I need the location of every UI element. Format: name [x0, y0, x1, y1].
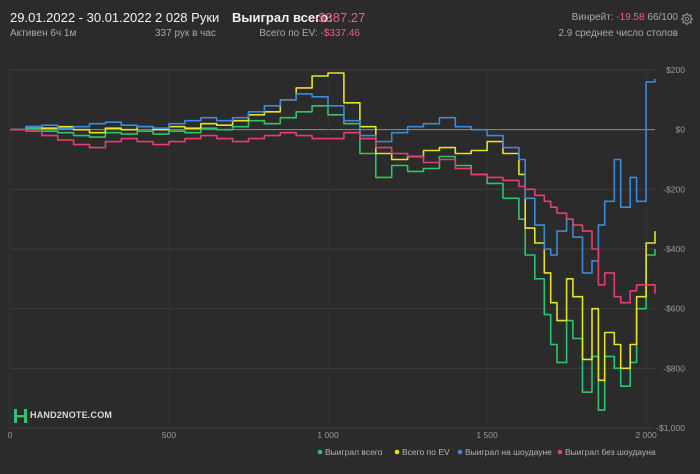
date-range: 29.01.2022 - 30.01.2022 [10, 10, 152, 25]
avg-tables: 2.9 среднее число столов [558, 28, 678, 39]
gear-icon[interactable] [680, 12, 694, 26]
winrate-suffix: 66/100 [647, 12, 678, 23]
legend-marker [317, 449, 323, 455]
header: 29.01.2022 - 30.01.2022 Активен 6ч 1м 2 … [0, 0, 700, 44]
logo-text: HAND2NOTE.COM [30, 410, 113, 420]
y-tick-label: -$800 [663, 363, 685, 373]
won-total-value: -$387.27 [314, 10, 366, 25]
winrate-value: -19.58 [616, 12, 645, 23]
legend-label: Выиграл на шоудауне [465, 447, 552, 457]
x-tick-label: 500 [162, 430, 176, 440]
y-tick-label: -$600 [663, 304, 685, 314]
x-tick-label: 1 000 [317, 430, 339, 440]
legend-marker [457, 449, 463, 455]
legend-marker [557, 449, 563, 455]
hand2note-logo: HAND2NOTE.COM [14, 409, 124, 425]
y-tick-label: $200 [666, 65, 685, 75]
legend-label: Выиграл без шоудауна [565, 447, 656, 457]
ev-label: Всего по EV: [259, 28, 318, 39]
winrate-label: Винрейт: [571, 12, 614, 23]
x-tick-label: 0 [8, 430, 13, 440]
y-tick-label: $0 [676, 125, 686, 135]
hands-count: 2 028 Руки [155, 10, 220, 25]
legend-marker [394, 449, 400, 455]
legend-label: Выиграл всего [325, 447, 383, 457]
active-duration: Активен 6ч 1м [10, 28, 77, 39]
hands-per-hour: 337 рук в час [155, 28, 216, 39]
legend-label: Всего по EV [402, 447, 450, 457]
y-tick-label: -$400 [663, 244, 685, 254]
x-tick-label: 2 000 [635, 430, 657, 440]
y-tick-label: -$1,000 [656, 423, 685, 433]
ev-total: Всего по EV: -$337.46 [259, 28, 360, 39]
h-logo-icon [14, 409, 27, 423]
winrate: Винрейт: -19.58 66/100 [572, 12, 678, 23]
ev-value: -$337.46 [320, 28, 360, 39]
y-tick-label: -$200 [663, 184, 685, 194]
chart-legend: Выиграл всего Всего по EV Выиграл на шоуда… [317, 447, 656, 457]
x-tick-label: 1 500 [476, 430, 498, 440]
